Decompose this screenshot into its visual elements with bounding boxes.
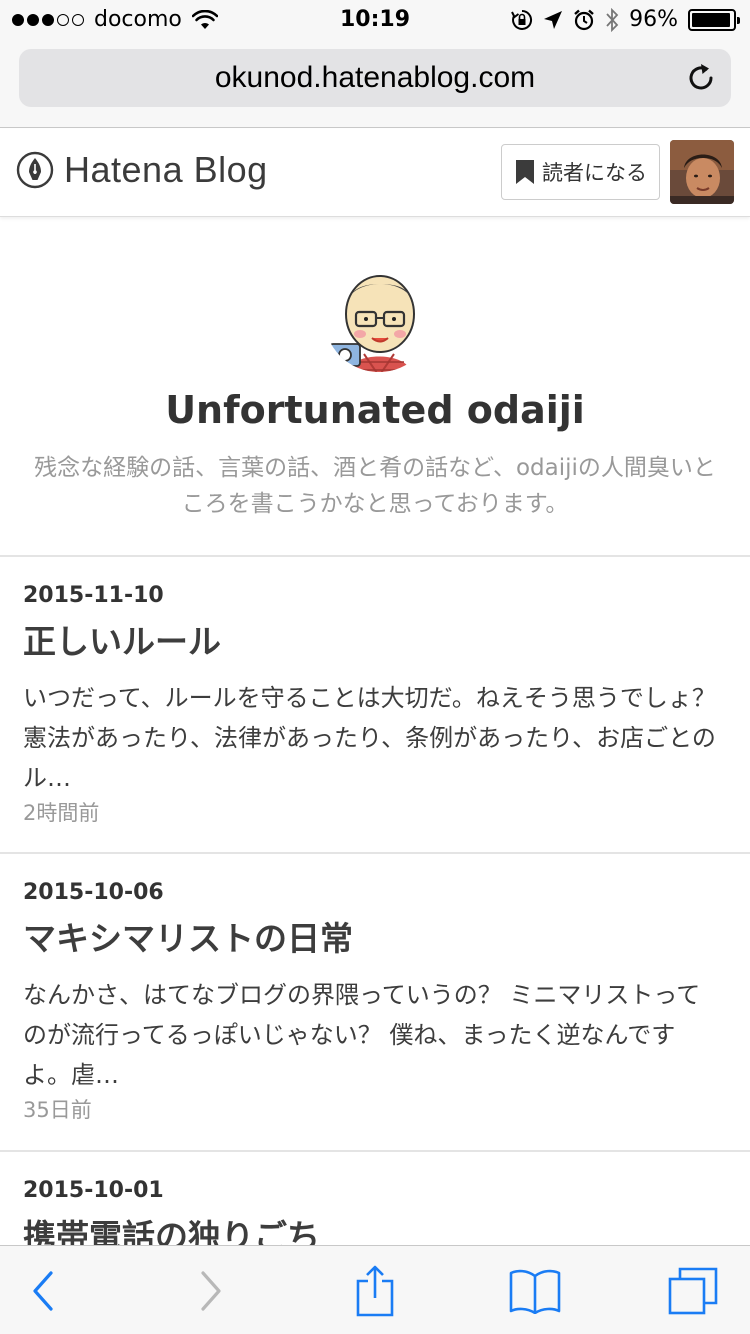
entry-time-ago: 2時間前 — [23, 801, 100, 825]
reload-icon[interactable] — [685, 62, 717, 94]
url-text[interactable]: okunod.hatenablog.com — [19, 49, 731, 107]
entry-divider — [0, 1150, 750, 1152]
battery-icon — [688, 9, 740, 31]
entry-item[interactable]: 2015-11-10 正しいルール いつだって、ルールを守ることは大切だ。ねえそ… — [0, 583, 750, 853]
pen-nib-icon — [16, 151, 54, 189]
share-button[interactable] — [330, 1246, 420, 1334]
battery-percent: 96% — [629, 7, 678, 32]
forward-button[interactable] — [168, 1246, 254, 1334]
subscribe-button[interactable]: 読者になる — [501, 144, 660, 200]
back-icon — [33, 1270, 53, 1311]
entry-item[interactable]: 2015-10-01 携帯電話の独りごち — [0, 1178, 750, 1245]
back-button[interactable] — [0, 1246, 86, 1334]
logo-text: Hatena Blog — [64, 149, 268, 190]
bookmarks-button[interactable] — [490, 1246, 580, 1334]
blog-title[interactable]: Unfortunated odaiji — [0, 388, 750, 432]
entry-divider — [0, 852, 750, 854]
location-icon — [544, 11, 563, 29]
tabs-button[interactable] — [650, 1246, 736, 1334]
entry-title[interactable]: 正しいルール — [23, 615, 221, 663]
entry-title[interactable]: 携帯電話の独りごち — [23, 1210, 320, 1245]
section-divider — [0, 555, 750, 557]
entry-excerpt: なんかさ、はてなブログの界隈っていうの？ ミニマリストってのが流行ってるっぽいじ… — [23, 981, 701, 1089]
forward-icon — [201, 1270, 221, 1311]
bluetooth-icon — [606, 8, 619, 32]
blog-global-header: Hatena Blog 読者になる — [0, 129, 750, 217]
hatena-blog-logo[interactable]: Hatena Blog — [16, 149, 268, 191]
browser-toolbar — [0, 1245, 750, 1334]
status-right: 96% — [511, 7, 740, 33]
bookmark-icon — [516, 160, 534, 184]
entry-date: 2015-10-06 — [23, 880, 164, 905]
entry-date: 2015-11-10 — [23, 583, 164, 608]
user-avatar[interactable] — [670, 140, 734, 204]
blog-icon-illustration — [324, 262, 434, 372]
blog-description: 残念な経験の話、言葉の話、酒と肴の話など、odaijiの人間臭いところを書こうか… — [34, 455, 716, 517]
entry-date: 2015-10-01 — [23, 1178, 164, 1203]
status-bar: docomo 10:19 96% — [0, 0, 750, 40]
entry-excerpt: いつだって、ルールを守ることは大切だ。ねえそう思うでしょ？ 憲法があったり、法律… — [23, 684, 716, 792]
subscribe-label: 読者になる — [542, 161, 647, 185]
share-icon — [356, 1265, 394, 1316]
browser-url-area: okunod.hatenablog.com — [0, 40, 750, 128]
battery-level — [692, 13, 731, 27]
user-avatar-photo — [670, 140, 734, 204]
entry-title[interactable]: マキシマリストの日常 — [23, 912, 353, 960]
bookmarks-icon — [509, 1269, 561, 1314]
rotation-lock-icon — [511, 9, 533, 30]
address-bar[interactable]: okunod.hatenablog.com — [19, 49, 731, 107]
tabs-icon — [668, 1267, 718, 1314]
entry-time-ago: 35日前 — [23, 1098, 92, 1122]
alarm-icon — [574, 9, 594, 31]
entry-item[interactable]: 2015-10-06 マキシマリストの日常 なんかさ、はてなブログの界隈っていう… — [0, 880, 750, 1150]
